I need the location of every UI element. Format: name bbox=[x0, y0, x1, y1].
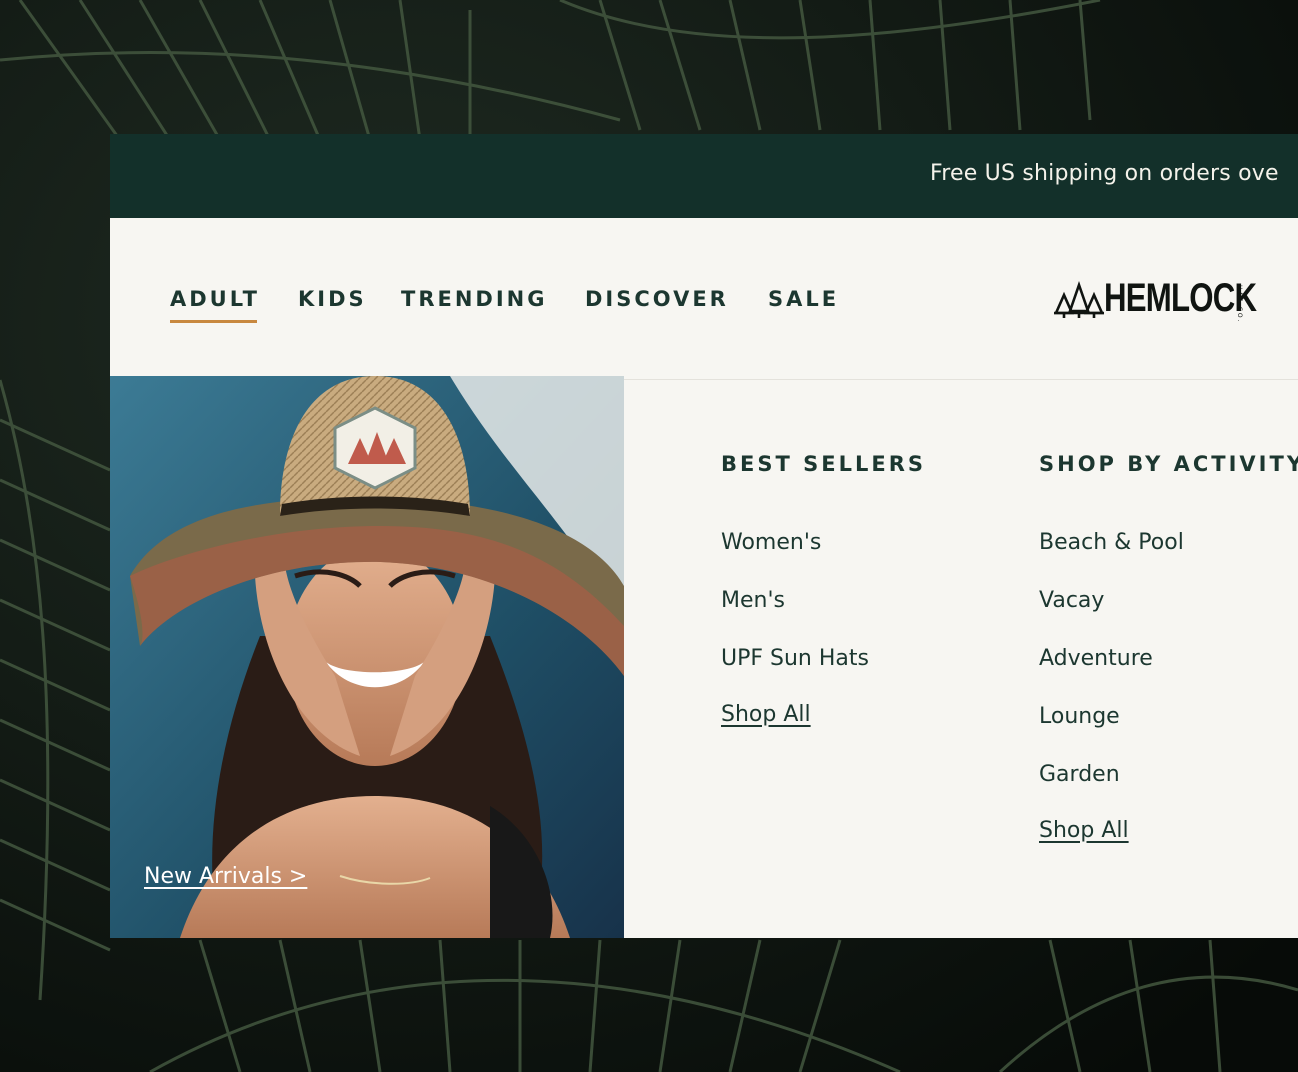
menu-link-womens[interactable]: Women's bbox=[721, 530, 821, 555]
announcement-text: Free US shipping on orders ove bbox=[930, 161, 1279, 186]
menu-link-mens[interactable]: Men's bbox=[721, 588, 785, 613]
promo-image[interactable]: New Arrivals > bbox=[110, 376, 624, 938]
nav-item-discover[interactable]: DISCOVER bbox=[585, 287, 729, 311]
menu-link-shop-all-best-sellers[interactable]: Shop All bbox=[721, 702, 811, 727]
best-sellers-heading: BEST SELLERS bbox=[721, 452, 926, 476]
menu-link-adventure[interactable]: Adventure bbox=[1039, 646, 1153, 671]
menu-link-garden[interactable]: Garden bbox=[1039, 762, 1120, 787]
menu-link-vacay[interactable]: Vacay bbox=[1039, 588, 1104, 613]
smiling-woman-straw-hat-photo bbox=[110, 376, 624, 938]
best-sellers-column: BEST SELLERS Women's Men's UPF Sun Hats … bbox=[721, 452, 926, 727]
hemlock-logo[interactable]: HEMLOCK HAT CO. bbox=[1054, 275, 1259, 327]
nav-item-trending[interactable]: TRENDING bbox=[401, 287, 547, 311]
shop-by-activity-column: SHOP BY ACTIVITY Beach & Pool Vacay Adve… bbox=[1039, 452, 1298, 843]
new-arrivals-link[interactable]: New Arrivals > bbox=[144, 864, 307, 889]
announcement-bar: Free US shipping on orders ove bbox=[110, 134, 1298, 218]
pine-trees-icon bbox=[1054, 281, 1104, 318]
logo-subtitle: HAT CO. bbox=[1236, 285, 1243, 324]
menu-link-upf-sun-hats[interactable]: UPF Sun Hats bbox=[721, 646, 869, 671]
nav-item-sale[interactable]: SALE bbox=[768, 287, 839, 311]
menu-link-lounge[interactable]: Lounge bbox=[1039, 704, 1120, 729]
menu-link-shop-all-activity[interactable]: Shop All bbox=[1039, 818, 1129, 843]
menu-link-beach-pool[interactable]: Beach & Pool bbox=[1039, 530, 1184, 555]
nav-item-kids[interactable]: KIDS bbox=[298, 287, 367, 311]
website-window: Free US shipping on orders ove ADULT KID… bbox=[110, 134, 1298, 938]
site-header: ADULT KIDS TRENDING DISCOVER SALE HEMLOC… bbox=[110, 218, 1298, 380]
shop-by-activity-heading: SHOP BY ACTIVITY bbox=[1039, 452, 1298, 476]
logo-wordmark: HEMLOCK bbox=[1104, 276, 1257, 320]
nav-item-adult[interactable]: ADULT bbox=[170, 287, 260, 323]
